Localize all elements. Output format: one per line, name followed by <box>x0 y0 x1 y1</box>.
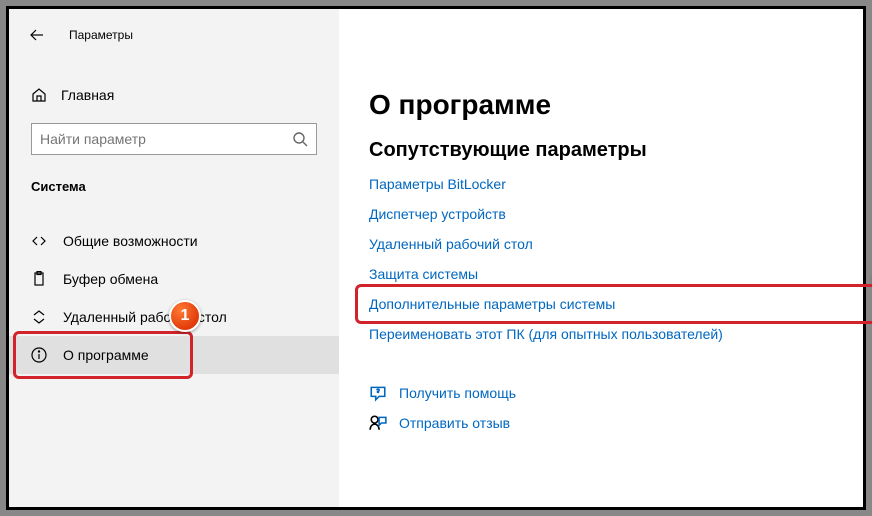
window-title: Параметры <box>69 28 133 42</box>
link-rename-pc[interactable]: Переименовать этот ПК (для опытных польз… <box>369 326 723 342</box>
link-feedback[interactable]: Отправить отзыв <box>369 414 510 432</box>
nav-label: Буфер обмена <box>63 271 158 287</box>
back-icon[interactable] <box>29 27 45 43</box>
link-device-manager[interactable]: Диспетчер устройств <box>369 206 506 222</box>
shared-icon <box>31 233 47 249</box>
nav-label: Общие возможности <box>63 233 198 249</box>
related-links: Параметры BitLocker Диспетчер устройств … <box>369 176 863 342</box>
aux-label: Получить помощь <box>399 385 516 401</box>
nav-label: О программе <box>63 347 149 363</box>
link-system-protection[interactable]: Защита системы <box>369 266 478 282</box>
clipboard-icon <box>31 271 47 287</box>
page-heading: О программе <box>369 89 863 121</box>
aux-links: Получить помощь Отправить отзыв <box>369 384 863 432</box>
home-link[interactable]: Главная <box>9 79 339 111</box>
settings-window: Параметры Главная Система Общие возможно… <box>6 6 866 510</box>
section-heading: Система <box>9 173 339 206</box>
link-advanced-wrapper: Дополнительные параметры системы 2 <box>369 296 863 312</box>
link-remote-desktop[interactable]: Удаленный рабочий стол <box>369 236 533 252</box>
nav-list: Общие возможности Буфер обмена Удаленный… <box>9 222 339 374</box>
info-icon <box>31 347 47 363</box>
aux-label: Отправить отзыв <box>399 415 510 431</box>
help-icon <box>369 384 387 402</box>
main-panel: О программе Сопутствующие параметры Пара… <box>339 9 863 507</box>
remote-icon <box>31 309 47 325</box>
page-subheading: Сопутствующие параметры <box>369 139 863 162</box>
search-input[interactable] <box>31 123 317 155</box>
nav-item-clipboard[interactable]: Буфер обмена <box>9 260 339 298</box>
nav-item-shared[interactable]: Общие возможности <box>9 222 339 260</box>
search-icon <box>292 131 308 147</box>
home-icon <box>31 87 47 103</box>
annotation-badge-1: 1 <box>169 300 201 332</box>
nav-item-about[interactable]: О программе <box>9 336 339 374</box>
sidebar: Параметры Главная Система Общие возможно… <box>9 9 339 507</box>
link-bitlocker[interactable]: Параметры BitLocker <box>369 176 506 192</box>
nav-item-remote[interactable]: Удаленный рабочий стол 1 <box>9 298 339 336</box>
search-field[interactable] <box>40 131 292 147</box>
link-get-help[interactable]: Получить помощь <box>369 384 516 402</box>
home-label: Главная <box>61 87 114 103</box>
nav-label: Удаленный рабочий стол <box>63 309 227 325</box>
link-advanced-settings[interactable]: Дополнительные параметры системы <box>369 296 615 312</box>
titlebar: Параметры <box>9 23 339 47</box>
feedback-icon <box>369 414 387 432</box>
